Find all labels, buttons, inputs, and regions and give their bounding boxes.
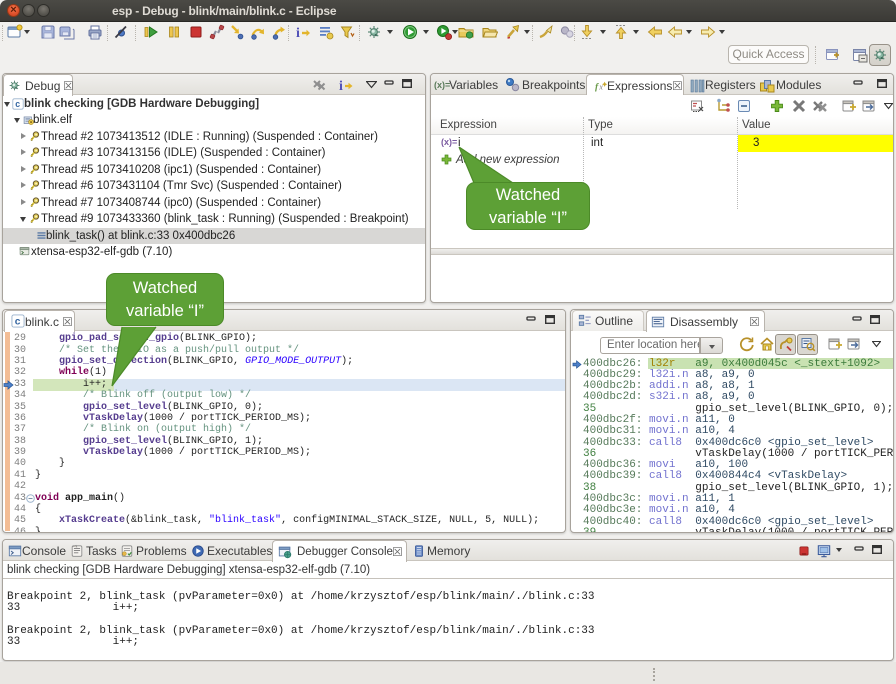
svg-text:c: c (15, 317, 21, 328)
svg-text:i: i (296, 26, 300, 40)
svg-text:i: i (339, 79, 343, 93)
svg-text:x: x (598, 83, 603, 92)
svg-text:c: c (15, 99, 20, 109)
svg-text:f: f (595, 82, 599, 93)
